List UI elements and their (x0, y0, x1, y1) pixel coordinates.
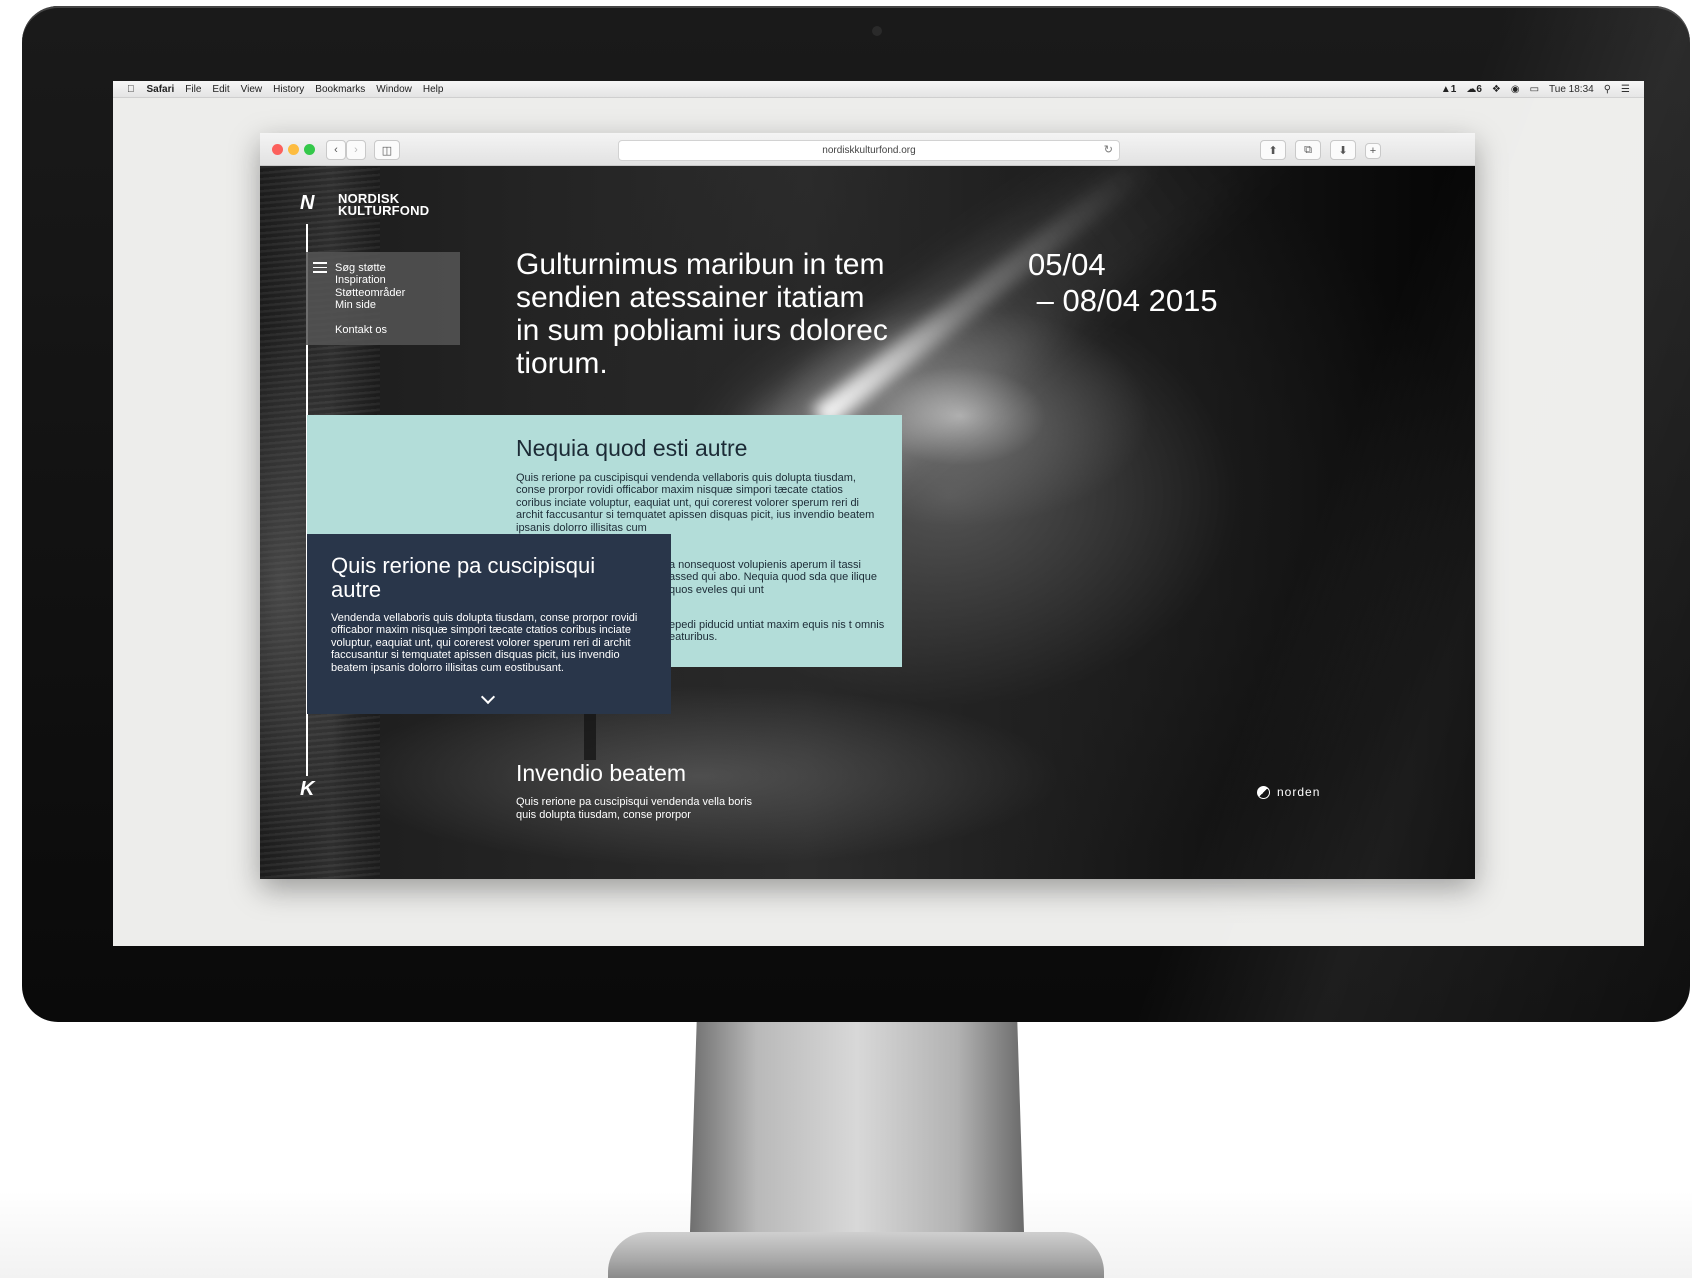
chevron-right-icon: › (354, 144, 358, 156)
zoom-window-button[interactable] (304, 144, 315, 155)
tabs-icon: ⧉ (1304, 143, 1312, 156)
feature-card-text-3: epedi piducid untiat maxim equis nis t o… (669, 619, 885, 644)
spotlight-icon[interactable]: ⚲ (1604, 84, 1611, 95)
status-area: ▲1 ☁6 ❖ ◉ ▭ Tue 18:34 ⚲ ☰ (1431, 84, 1630, 95)
browser-window: ‹ › ◫ nordiskkulturfond.org ↻ ⬆ ⧉ ⬇ + N … (260, 133, 1475, 879)
url-text: nordiskkulturfond.org (822, 145, 916, 156)
monitor-bezel:  Safari File Edit View History Bookmark… (22, 6, 1690, 1022)
mac-menubar:  Safari File Edit View History Bookmark… (113, 81, 1644, 98)
monitor-stand (690, 1022, 1024, 1232)
feature-card-title: Nequia quod esti autre (516, 435, 748, 461)
norden-wordmark: norden (1277, 785, 1321, 799)
webpage: N K NORDISK KULTURFOND Søg støtte Inspir… (260, 166, 1475, 879)
camera-icon (872, 26, 882, 36)
menu-edit[interactable]: Edit (212, 84, 229, 95)
norden-swan-icon (1257, 785, 1270, 799)
address-bar[interactable]: nordiskkulturfond.org ↻ (618, 140, 1120, 161)
battery-icon[interactable]: ▭ (1530, 84, 1539, 95)
menu-window[interactable]: Window (376, 84, 412, 95)
chevron-left-icon: ‹ (334, 144, 338, 156)
nav-item-inspiration[interactable]: Inspiration (335, 274, 405, 286)
monitor-base (608, 1232, 1104, 1278)
menu-help[interactable]: Help (423, 84, 444, 95)
back-button[interactable]: ‹ (326, 140, 346, 160)
status-icon-count: 6 (1476, 83, 1482, 95)
nav-item-stotteomrader[interactable]: Støtteområder (335, 287, 405, 299)
navy-card-text: Vendenda vellaboris quis dolupta tiusdam… (331, 612, 638, 674)
plus-icon: + (1369, 145, 1377, 157)
chevron-down-icon[interactable] (480, 689, 496, 705)
section-text: Quis rerione pa cuscipisqui vendenda vel… (516, 796, 753, 821)
status-app-count: 1 (1450, 83, 1457, 95)
site-logo[interactable]: NORDISK KULTURFOND (338, 192, 430, 218)
reload-icon[interactable]: ↻ (1104, 143, 1113, 156)
menu-file[interactable]: File (185, 84, 201, 95)
section-title: Invendio beatem (516, 760, 687, 786)
menu-safari[interactable]: Safari (147, 84, 175, 95)
menu-icon[interactable] (313, 262, 327, 276)
event-dates: 05/04 – 08/04 2015 (1028, 247, 1218, 319)
feature-card-navy[interactable]: Quis rerione pa cuscipisqui autre Venden… (307, 534, 671, 714)
browser-toolbar: ‹ › ◫ nordiskkulturfond.org ↻ ⬆ ⧉ ⬇ + (260, 133, 1475, 166)
tabs-overview-button[interactable]: ⧉ (1295, 140, 1321, 160)
main-nav-panel: Søg støtte Inspiration Støtteområder Min… (306, 252, 460, 345)
menu-view[interactable]: View (241, 84, 263, 95)
dropbox-icon[interactable]: ❖ (1492, 84, 1501, 95)
sidebar-icon: ◫ (381, 144, 393, 157)
feature-card-text-2: a nonsequost volupienis aperum il tassi … (669, 559, 877, 596)
event-date-end: – 08/04 2015 (1028, 283, 1218, 318)
share-button[interactable]: ⬆ (1260, 140, 1286, 160)
navy-card-title: Quis rerione pa cuscipisqui autre (331, 553, 596, 602)
apple-icon[interactable]:  (127, 84, 135, 95)
screen:  Safari File Edit View History Bookmark… (113, 81, 1644, 946)
download-icon: ⬇ (1338, 144, 1348, 157)
forward-button[interactable]: › (346, 140, 366, 160)
logo-n-mark[interactable]: N (300, 192, 314, 215)
minimize-window-button[interactable] (288, 144, 299, 155)
menu-history[interactable]: History (273, 84, 304, 95)
nav-item-min-side[interactable]: Min side (335, 299, 405, 311)
event-date-start: 05/04 (1028, 247, 1106, 282)
nav-item-sog-stotte[interactable]: Søg støtte (335, 262, 405, 274)
close-window-button[interactable] (272, 144, 283, 155)
menu-bookmarks[interactable]: Bookmarks (315, 84, 365, 95)
clock[interactable]: Tue 18:34 (1549, 84, 1594, 95)
share-icon: ⬆ (1268, 144, 1278, 157)
wifi-icon[interactable]: ◉ (1511, 84, 1520, 95)
feature-card-text: Quis rerione pa cuscipisqui vendenda vel… (516, 472, 875, 534)
nav-item-kontakt[interactable]: Kontakt os (335, 324, 387, 336)
logo-line-2: KULTURFOND (338, 203, 430, 218)
floor-reflection (350, 686, 1070, 879)
downloads-button[interactable]: ⬇ (1330, 140, 1356, 160)
new-tab-button[interactable]: + (1365, 143, 1381, 159)
norden-logo[interactable]: norden (1257, 785, 1320, 799)
status-app-icon[interactable]: ▲1 (1441, 84, 1456, 95)
sidebar-button[interactable]: ◫ (374, 140, 400, 160)
status-cloud-icon[interactable]: ☁6 (1466, 84, 1482, 95)
logo-k-mark: K (300, 778, 315, 800)
hero-title: Gulturnimus maribun in tem sendien atess… (516, 248, 888, 380)
nav-list: Søg støtte Inspiration Støtteområder Min… (335, 262, 405, 312)
notification-center-icon[interactable]: ☰ (1621, 84, 1630, 95)
